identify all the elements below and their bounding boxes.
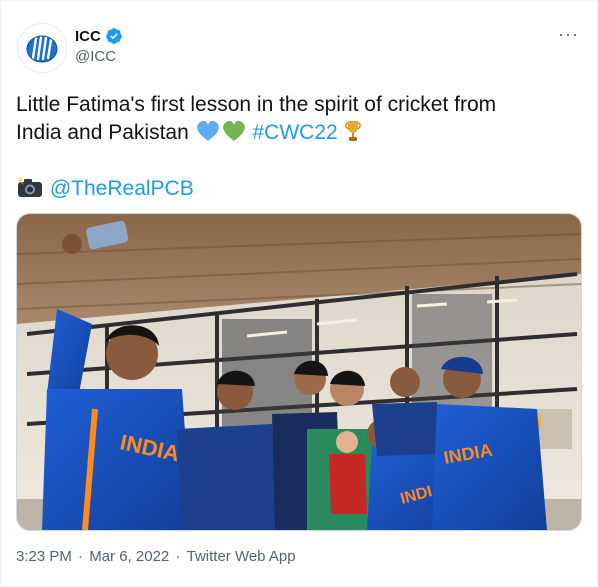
tweet-text-line1: Little Fatima's first lesson in the spir… (16, 93, 497, 116)
trophy-icon (344, 121, 361, 141)
blue-heart-icon (196, 120, 219, 141)
tweet-time[interactable]: 3:23 PM (16, 548, 72, 565)
team-selfie-photo: INDIA INDIA INDIA (17, 214, 581, 530)
tweet-date[interactable]: Mar 6, 2022 (89, 548, 169, 565)
tweet-line-3: @TheRealPCB (16, 175, 576, 203)
tweet-text-line2: India and Pakistan (16, 121, 189, 144)
author-name-row: ICC (75, 27, 123, 45)
tweet-source-app[interactable]: Twitter Web App (187, 548, 296, 565)
author-handle[interactable]: @ICC (75, 48, 116, 65)
mention-link[interactable]: @TheRealPCB (50, 177, 194, 200)
footer-separator: · (73, 548, 88, 565)
tweet-card: ICC @ICC ··· Little Fatima's first lesso… (0, 0, 598, 587)
camera-flash-icon (18, 176, 42, 197)
tweet-line-1: Little Fatima's first lesson in the spir… (16, 91, 576, 119)
tweet-text: Little Fatima's first lesson in the spir… (16, 91, 576, 203)
more-options-icon[interactable]: ··· (558, 25, 579, 43)
tweet-line-2: India and Pakistan #CWC22 (16, 119, 576, 147)
avatar[interactable] (17, 23, 67, 73)
hashtag-link[interactable]: #CWC22 (252, 121, 337, 144)
icc-logo-icon (26, 35, 58, 63)
green-heart-icon (222, 120, 245, 141)
author-display-name[interactable]: ICC (75, 28, 101, 45)
footer-separator: · (171, 548, 185, 565)
verified-badge-icon (105, 28, 122, 44)
tweet-footer: 3:23 PM · Mar 6, 2022 · Twitter Web App (16, 548, 298, 565)
tweet-photo[interactable]: INDIA INDIA INDIA (16, 213, 582, 531)
